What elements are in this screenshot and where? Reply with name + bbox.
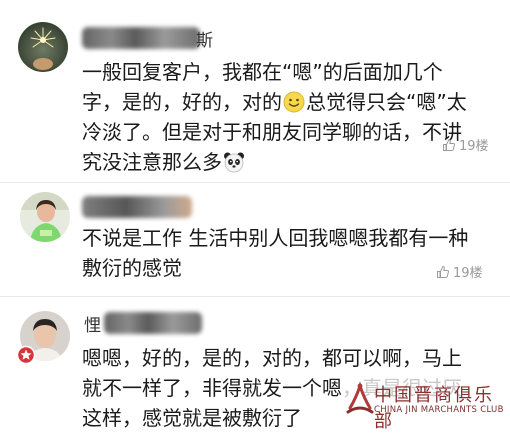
like-count: 19楼 — [459, 139, 489, 154]
girl-avatar-icon — [20, 192, 70, 242]
username-redacted — [82, 27, 200, 49]
comment-1-line-2a: 字，是的，好的，对的 — [82, 90, 282, 114]
username-redacted — [104, 312, 202, 334]
club-logo-icon — [346, 381, 374, 414]
avatar-girl[interactable] — [20, 192, 70, 242]
comment-1-line-2: 字，是的，好的，对的 总觉得只会“嗯”太 — [82, 87, 467, 117]
comment-3-line-2a: 就不一样了，非得就发一个嗯 — [82, 376, 342, 400]
comment-2: 不说是工作 生活中别人回我嗯嗯我都有一种 敷衍的感觉 19楼 — [0, 183, 510, 293]
username-visible-head: 悝 — [84, 316, 101, 336]
panda-emoji-icon — [224, 152, 244, 173]
comment-3-line-1: 嗯嗯，好的，是的，对的，都可以啊，马上 — [82, 346, 462, 370]
smile-emoji-icon — [283, 91, 305, 113]
like-count: 19楼 — [453, 266, 483, 281]
comment-2-line-1: 不说是工作 生活中别人回我嗯嗯我都有一种 — [82, 226, 469, 250]
comment-1-line-2b: 总觉得只会“嗯”太 — [306, 90, 467, 114]
comment-1-line-1: 一般回复客户，我都在“嗯”的后面加几个 — [82, 60, 443, 84]
comment-1: 斯 一般回复客户，我都在“嗯”的后面加几个 字，是的，好的，对的 总觉得只会“嗯… — [0, 0, 510, 174]
club-watermark: 中国晋商俱乐部 CHINA JIN MARCHANTS CLUB — [346, 378, 506, 432]
username-visible-tail: 斯 — [196, 31, 213, 51]
comment-1-line-3: 冷淡了。但是对于和朋友同学聊的话，不讲 — [82, 120, 462, 144]
thumbs-up-icon — [443, 138, 455, 151]
like-button[interactable]: 19楼 — [436, 262, 483, 281]
comment-1-line-4: 究没注意那么多 — [82, 147, 246, 177]
avatar-sparkler[interactable] — [18, 22, 68, 72]
comment-1-line-4-text: 究没注意那么多 — [82, 150, 222, 174]
comment-3-line-3: 这样，感觉就是被敷衍了 — [82, 406, 302, 430]
thumbs-up-icon — [437, 265, 449, 278]
like-button[interactable]: 19楼 — [442, 135, 489, 154]
vip-badge-icon — [16, 345, 36, 365]
sparkler-avatar-icon — [18, 22, 68, 72]
comment-2-line-2: 敷衍的感觉 — [82, 256, 182, 280]
watermark-english: CHINA JIN MARCHANTS CLUB — [374, 405, 504, 415]
username-redacted — [82, 196, 192, 218]
